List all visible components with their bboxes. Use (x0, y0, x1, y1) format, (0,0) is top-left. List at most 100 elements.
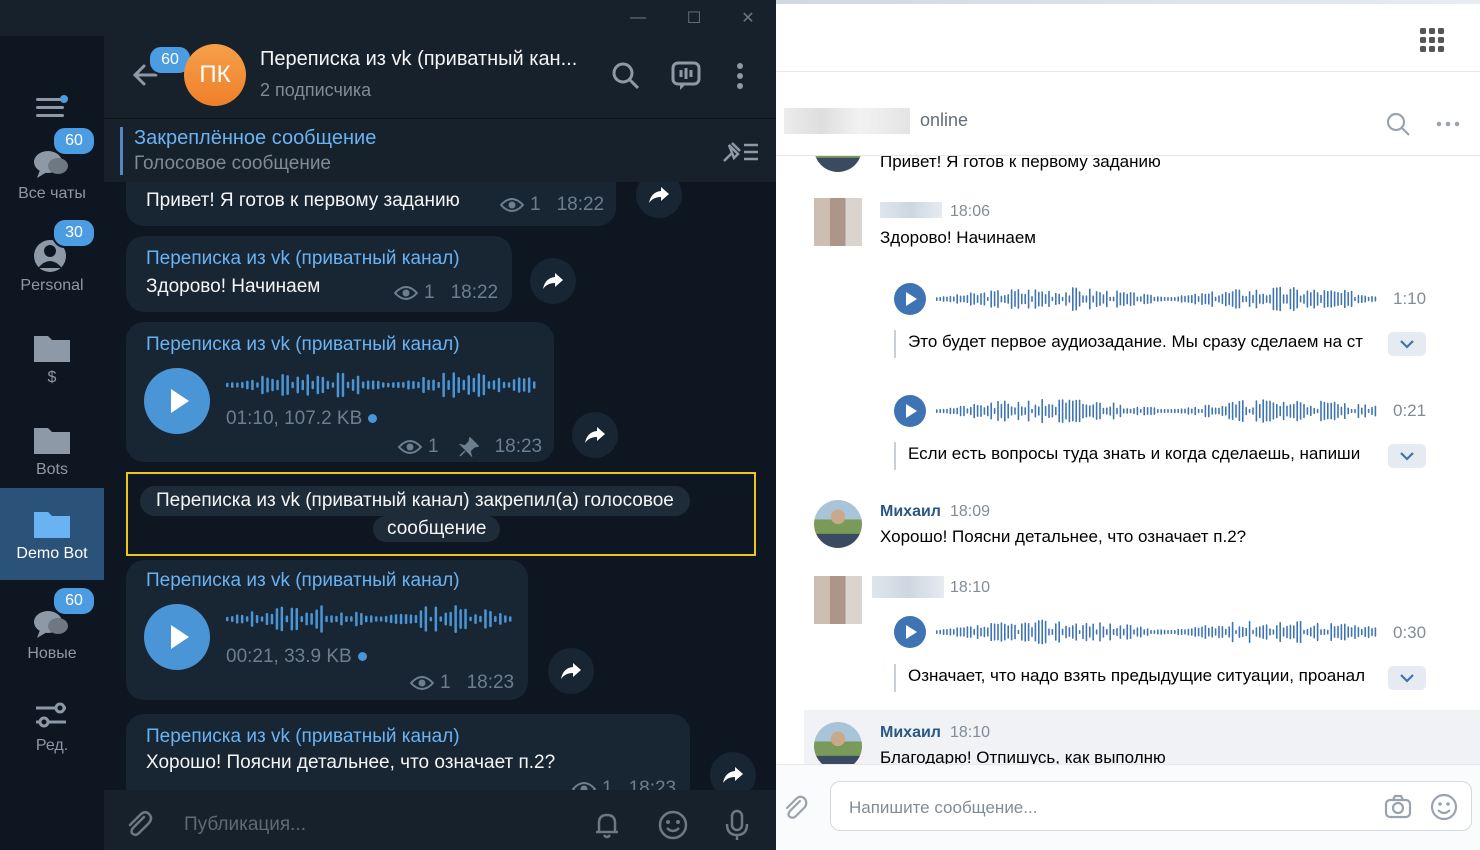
avatar[interactable] (814, 722, 862, 764)
close-button[interactable]: ✕ (722, 0, 774, 36)
folder-personal[interactable]: 30 Personal (0, 218, 104, 312)
waveform[interactable] (936, 286, 1378, 312)
waveform-bar (1099, 402, 1101, 420)
waveform[interactable] (936, 619, 1378, 645)
forward-button[interactable] (548, 648, 594, 694)
chevron-down-icon (1400, 340, 1414, 349)
sender-name[interactable]: Михаил (880, 503, 941, 521)
waveform-bar (1102, 407, 1105, 415)
forward-button[interactable] (530, 258, 576, 304)
waveform-bar (341, 372, 345, 397)
more-horizontal-icon[interactable] (1434, 110, 1462, 138)
expand-transcript-button[interactable] (1388, 332, 1426, 356)
folder-all-chats[interactable]: 60 Все чаты (0, 126, 104, 220)
waveform-bar (492, 380, 496, 390)
avatar[interactable] (814, 576, 862, 624)
waveform-bar (1306, 407, 1309, 415)
pin-list-icon[interactable] (720, 139, 760, 165)
avatar[interactable] (814, 198, 862, 246)
waveform-bar (1034, 622, 1037, 642)
waveform-bar (1014, 407, 1016, 415)
message-sender[interactable]: Переписка из vk (приватный канал) (146, 248, 460, 270)
forward-button[interactable] (710, 752, 756, 790)
forward-button[interactable] (636, 182, 682, 218)
minimize-button[interactable]: — (612, 0, 664, 36)
avatar[interactable] (814, 500, 862, 548)
waveform-bar (1201, 409, 1203, 413)
paperclip-icon[interactable] (122, 808, 156, 842)
discussion-icon[interactable] (670, 60, 702, 92)
apps-grid-dot (1438, 28, 1444, 34)
folder-bots[interactable]: Bots (0, 404, 104, 496)
waveform-bar (1106, 290, 1108, 308)
waveform[interactable] (226, 370, 538, 400)
waveform-bar (1245, 627, 1247, 637)
folder-label: Ред. (35, 737, 69, 754)
message-input[interactable]: Публикация... (184, 814, 306, 836)
message-bubble[interactable]: Переписка из vk (приватный канал) Хорошо… (126, 714, 690, 790)
service-message-line1[interactable]: Переписка из vk (приватный канал) закреп… (140, 486, 690, 516)
camera-icon[interactable] (1383, 792, 1413, 822)
waveform-bar (1293, 403, 1295, 419)
waveform-bar (336, 372, 340, 398)
waveform-bar (1187, 295, 1190, 303)
waveform-bar (1014, 291, 1016, 307)
waveform-bar (295, 607, 298, 631)
waveform-bar (1337, 625, 1339, 639)
emoji-icon[interactable] (1429, 792, 1459, 822)
message-bubble[interactable]: Привет! Я готов к первому заданию 1 18:2… (126, 182, 616, 226)
waveform[interactable] (936, 398, 1378, 424)
forward-button[interactable] (572, 412, 618, 458)
channel-title[interactable]: Переписка из vk (приватный кан... (260, 48, 577, 71)
channel-avatar[interactable]: ПК (184, 44, 246, 106)
play-button[interactable] (894, 616, 926, 648)
folder-new[interactable]: 60 Новые (0, 586, 104, 680)
pinned-message-bar[interactable]: Закреплённое сообщение Голосовое сообщен… (104, 118, 776, 182)
blurred-contact-name[interactable] (784, 108, 910, 134)
message-sender[interactable]: Переписка из vk (приватный канал) (146, 726, 460, 748)
menu-icon[interactable] (36, 95, 68, 120)
bell-icon[interactable] (590, 808, 624, 842)
more-vertical-icon[interactable] (724, 60, 756, 92)
expand-transcript-button[interactable] (1388, 444, 1426, 468)
waveform[interactable] (226, 604, 514, 634)
search-icon[interactable] (610, 60, 642, 92)
share-icon (585, 427, 605, 443)
waveform-bar (1133, 292, 1135, 306)
folder-dollar[interactable]: $ (0, 312, 104, 404)
voice-message-bubble[interactable]: Переписка из vk (приватный канал) 00:21,… (126, 560, 528, 700)
expand-transcript-button[interactable] (1388, 666, 1426, 690)
paperclip-icon[interactable] (780, 793, 810, 823)
blurred-sender-name[interactable] (880, 202, 942, 218)
waveform-bar (1112, 628, 1115, 636)
blurred-sender-name[interactable] (872, 576, 944, 598)
play-button[interactable] (144, 368, 210, 434)
play-button[interactable] (144, 604, 210, 670)
waveform-bar (1106, 407, 1108, 415)
search-icon[interactable] (1384, 110, 1412, 138)
waveform-bar (1191, 628, 1193, 636)
maximize-button[interactable]: ☐ (668, 0, 720, 36)
message-input[interactable]: Напишите сообщение... (830, 781, 1472, 831)
waveform-bar (1361, 628, 1363, 636)
voice-message-bubble[interactable]: Переписка из vk (приватный канал) 01:10,… (126, 322, 554, 462)
apps-grid-icon[interactable] (1418, 26, 1446, 54)
folder-edit[interactable]: Ред. (0, 680, 104, 772)
sender-name[interactable]: Михаил (880, 724, 941, 742)
play-button[interactable] (894, 283, 926, 315)
message-sender[interactable]: Переписка из vk (приватный канал) (146, 334, 460, 356)
waveform-bar (966, 408, 969, 414)
message-bubble[interactable]: Переписка из vk (приватный канал) Здоров… (126, 236, 512, 312)
waveform-bar (1208, 404, 1210, 418)
waveform-bar (946, 408, 948, 414)
play-button[interactable] (894, 395, 926, 427)
message-sender[interactable]: Переписка из vk (приватный канал) (146, 570, 460, 592)
microphone-icon[interactable] (720, 808, 754, 842)
avatar[interactable] (814, 156, 862, 172)
message-text: Благодарю! Отпишусь, как выполню (880, 748, 1166, 764)
emoji-icon[interactable] (656, 808, 690, 842)
service-message-line2[interactable]: сообщение (373, 516, 501, 542)
folder-demo-bot[interactable]: Demo Bot (0, 488, 104, 580)
waveform-bar (1299, 620, 1302, 644)
waveform-bar (1245, 296, 1247, 302)
